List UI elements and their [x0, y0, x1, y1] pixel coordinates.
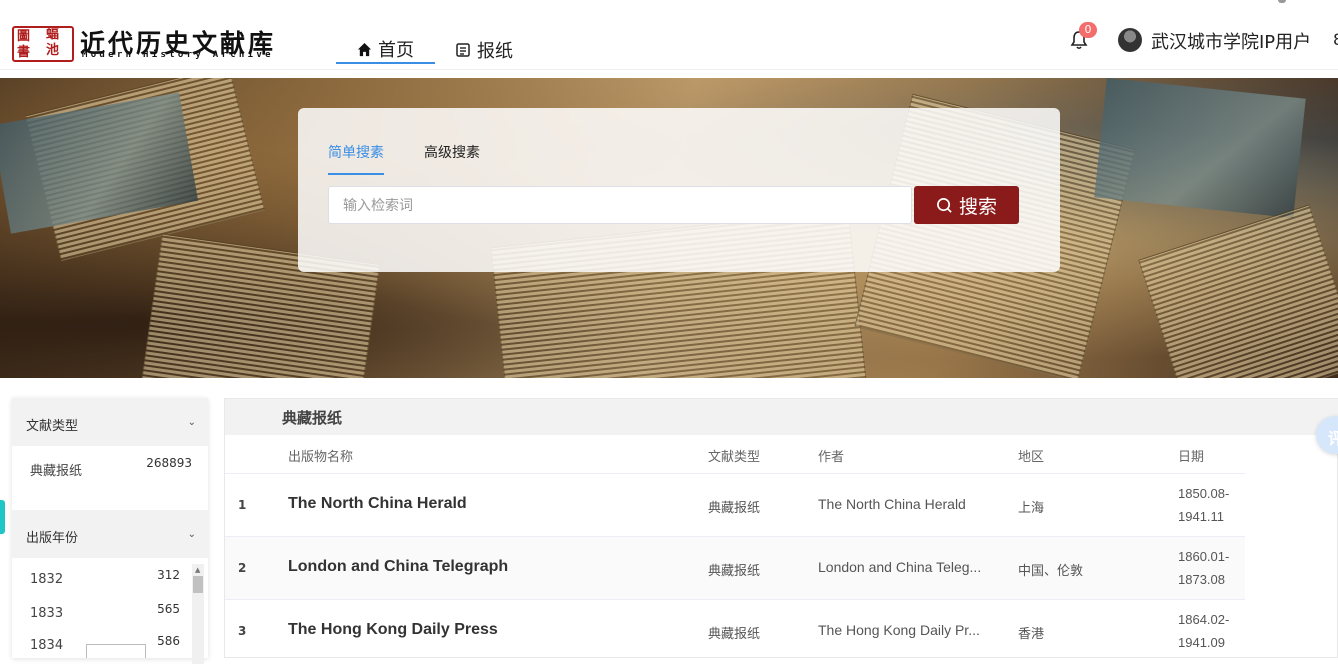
filter-item[interactable]: 典藏报纸 268893	[30, 456, 198, 479]
logo-seal-char: 書	[17, 45, 31, 60]
tab-simple-search[interactable]: 简单搜素	[328, 142, 384, 175]
nav-home[interactable]: 首页	[336, 36, 435, 64]
banner-photo	[1094, 78, 1306, 219]
scroll-up-arrow-icon[interactable]: ▲	[195, 566, 200, 574]
row-index: 3	[238, 624, 247, 638]
row-author: London and China Teleg...	[818, 559, 982, 575]
column-header-author[interactable]: 作者	[818, 446, 844, 465]
search-button[interactable]: 搜索	[914, 186, 1019, 224]
row-date: 1864.02- 1941.09	[1178, 608, 1229, 654]
nav-home-label: 首页	[378, 40, 414, 61]
logo-seal-char: 蝠	[46, 27, 60, 42]
row-date-start: 1850.08-	[1178, 486, 1230, 501]
newspaper-table-card: 典藏报纸 出版物名称 文献类型 作者 地区 日期 1 The North Chi…	[224, 398, 1338, 658]
row-region: 上海	[1018, 501, 1045, 516]
search-panel: 简单搜素 高级搜素 搜索	[298, 108, 1060, 272]
row-region: 中国、伦敦	[1018, 564, 1084, 579]
search-input[interactable]	[328, 186, 912, 224]
row-date: 1860.01- 1873.08	[1178, 545, 1229, 591]
avatar[interactable]	[1118, 28, 1142, 52]
logo-seal-icon[interactable]: 圖 蝠 書 池	[12, 26, 74, 62]
filter-year-header[interactable]: 出版年份 ⌄	[12, 510, 208, 558]
site-header: 圖 蝠 書 池 近代历史文献库 Modern History Archive 首…	[0, 0, 1338, 70]
row-publication-name[interactable]: London and China Telegraph	[288, 558, 508, 576]
filter-item-label: 1832	[30, 572, 64, 587]
search-icon	[937, 197, 952, 213]
tab-advanced-search[interactable]: 高级搜素	[424, 142, 480, 162]
user-extra-text: 8	[1333, 30, 1338, 49]
row-date-start: 1864.02-	[1178, 612, 1230, 627]
floating-button-label: 评	[1328, 429, 1338, 448]
filter-item-count: 565	[157, 602, 180, 616]
nav-newspaper-label: 报纸	[477, 41, 513, 62]
row-doc-type: 典藏报纸	[708, 564, 761, 579]
user-name[interactable]: 武汉城市学院IP用户	[1151, 28, 1311, 54]
filter-item[interactable]: 1832 312	[30, 568, 198, 587]
home-icon	[357, 42, 372, 56]
table-row[interactable]: 1 The North China Herald 典藏报纸 The North …	[225, 473, 1245, 536]
row-doc-type: 典藏报纸	[708, 627, 761, 642]
left-edge-tab[interactable]	[0, 500, 5, 534]
filter-doc-type-title: 文献类型	[26, 419, 79, 434]
site-logo-subtitle: Modern History Archive	[82, 50, 274, 60]
table-row[interactable]: 3 The Hong Kong Daily Press 典藏报纸 The Hon…	[225, 599, 1245, 662]
row-publication-name[interactable]: The North China Herald	[288, 495, 467, 513]
filter-item-count: 312	[157, 568, 180, 582]
row-index: 2	[238, 561, 247, 575]
row-publication-name[interactable]: The Hong Kong Daily Press	[288, 621, 498, 639]
filter-item-label: 典藏报纸	[30, 464, 83, 479]
filter-item-count: 586	[157, 634, 180, 648]
newspaper-icon	[456, 43, 470, 57]
filter-item[interactable]: 1833 565	[30, 602, 198, 621]
row-index: 1	[238, 498, 247, 512]
filter-item-label: 1834	[30, 638, 64, 653]
table-title: 典藏报纸	[225, 399, 1338, 435]
row-date-end: 1873.08	[1178, 572, 1225, 587]
banner-paper	[1138, 204, 1338, 378]
column-header-date[interactable]: 日期	[1178, 446, 1204, 465]
column-header-type[interactable]: 文献类型	[708, 446, 760, 465]
logo-seal-char: 池	[46, 43, 60, 58]
nav-newspaper[interactable]: 报纸	[455, 36, 513, 64]
column-header-name[interactable]: 出版物名称	[288, 446, 353, 465]
row-doc-type: 典藏报纸	[708, 501, 761, 516]
row-author: The North China Herald	[818, 496, 966, 512]
filter-doc-type-header[interactable]: 文献类型 ⌄	[12, 398, 208, 446]
year-range-input[interactable]	[86, 644, 146, 658]
search-button-label: 搜索	[958, 195, 997, 218]
row-author: The Hong Kong Daily Pr...	[818, 622, 980, 638]
logo-seal-char: 圖	[17, 29, 31, 44]
top-indicator	[1278, 0, 1286, 3]
filter-item-count: 268893	[146, 456, 192, 470]
row-region: 香港	[1018, 627, 1045, 642]
chevron-down-icon: ⌄	[187, 417, 196, 428]
row-date-start: 1860.01-	[1178, 549, 1230, 564]
filter-sidebar: 文献类型 ⌄ 典藏报纸 268893 出版年份 ⌄ 1832 312 1833 …	[12, 398, 208, 664]
filter-year-title: 出版年份	[26, 531, 79, 546]
row-date-end: 1941.11	[1178, 509, 1225, 524]
column-header-region[interactable]: 地区	[1018, 446, 1044, 465]
row-date-end: 1941.09	[1178, 635, 1225, 650]
scrollbar-thumb[interactable]	[193, 576, 203, 593]
notification-badge: 0	[1079, 22, 1097, 38]
filter-item-label: 1833	[30, 606, 64, 621]
row-date: 1850.08- 1941.11	[1178, 482, 1229, 528]
chevron-down-icon: ⌄	[187, 529, 196, 540]
table-row[interactable]: 2 London and China Telegraph 典藏报纸 London…	[225, 536, 1245, 599]
